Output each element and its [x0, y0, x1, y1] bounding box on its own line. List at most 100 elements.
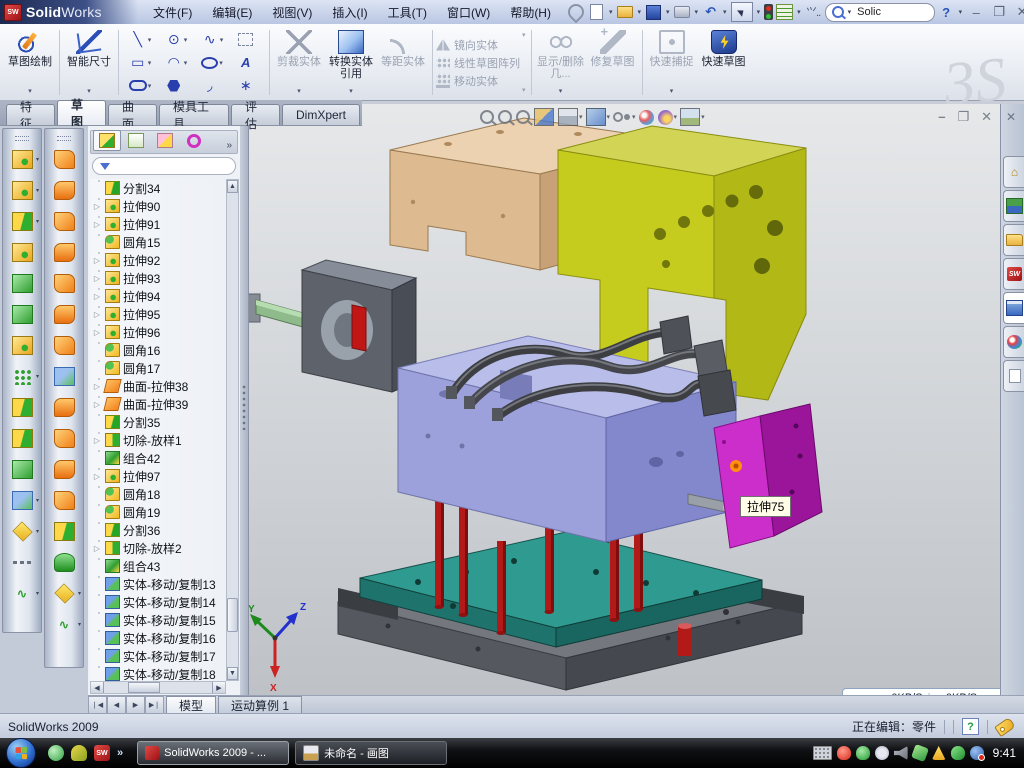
menu-item[interactable]: 编辑(E) — [203, 1, 261, 24]
heads-up-button[interactable] — [534, 108, 555, 126]
quick-snaps-button[interactable]: 快速捕捉 ▾ — [646, 27, 698, 98]
print-dropdown-icon[interactable]: ▾ — [695, 8, 699, 16]
toolbar-button[interactable] — [45, 268, 83, 299]
expand-arrow-icon[interactable]: ▷ — [92, 220, 102, 229]
toolbar-button[interactable] — [45, 175, 83, 206]
heads-up-button[interactable]: ▾ — [658, 110, 678, 125]
close-icon[interactable]: ✕ — [1012, 4, 1024, 20]
tree-item[interactable]: 实体-移动/复制17 — [90, 647, 226, 665]
sync-blocked-icon[interactable] — [970, 746, 984, 760]
toolbar-button[interactable]: ∿ ▾ — [3, 578, 41, 609]
toolbar-button[interactable] — [3, 299, 41, 330]
toolbar-button[interactable] — [45, 423, 83, 454]
tag-icon[interactable] — [994, 716, 1016, 736]
motion-study-tab[interactable]: 运动算例 1 — [218, 696, 302, 714]
tree-item[interactable]: 实体-移动/复制13 — [90, 575, 226, 593]
taskbar-task-button[interactable]: SolidWorks 2009 - ... — [137, 741, 289, 765]
mirror-entities-button[interactable]: 镜向实体 — [436, 36, 520, 53]
tree-item[interactable]: ▷ 拉伸93 — [90, 269, 226, 287]
doc-restore-icon[interactable]: ❐ — [957, 109, 969, 125]
expand-arrow-icon[interactable]: ▷ — [92, 472, 102, 481]
rapid-sketch-button[interactable]: 快速草图 — [698, 27, 750, 98]
featuremanager-tab[interactable] — [93, 130, 121, 151]
open-dropdown-icon[interactable]: ▾ — [638, 8, 642, 16]
tree-item[interactable]: ▷ 拉伸97 — [90, 467, 226, 485]
mode-tab[interactable]: 曲面 — [108, 104, 157, 125]
help-icon[interactable]: ? — [938, 4, 955, 21]
toolbar-button[interactable] — [3, 268, 41, 299]
toolbar-button[interactable] — [45, 361, 83, 392]
model-canvas[interactable]: Y Z X — [248, 104, 1000, 695]
toolbar-button[interactable] — [45, 237, 83, 268]
toolbar-button[interactable] — [45, 144, 83, 175]
tree-item[interactable]: ▷ 拉伸96 — [90, 323, 226, 341]
pattern-group-dropdowns[interactable]: ▾▾ — [520, 27, 528, 98]
trim-entities-button[interactable]: 剪裁实体 ▾ — [273, 27, 325, 98]
menu-item[interactable]: 工具(T) — [379, 1, 436, 24]
model-tab[interactable]: 模型 — [166, 696, 216, 714]
toolbar-button[interactable] — [3, 330, 41, 361]
sketch-entity-button[interactable]: ▾ — [230, 28, 266, 51]
sketch-button[interactable]: 草图绘制 ▾ — [4, 27, 56, 98]
options-checklist-icon[interactable] — [776, 4, 793, 21]
panel-splitter[interactable] — [240, 126, 249, 695]
network-tool-icon[interactable] — [911, 744, 929, 762]
entity-dropdown-icon[interactable]: ▾ — [148, 36, 152, 44]
toolbar-button[interactable] — [45, 206, 83, 237]
toolbar-button[interactable]: ▾ — [3, 144, 41, 175]
doc-minimize-icon[interactable]: – — [938, 109, 945, 125]
tree-item[interactable]: 分割34 — [90, 179, 226, 197]
sketch-entity-button[interactable]: ∿ ▾ — [194, 28, 230, 51]
model-side-block[interactable] — [714, 404, 822, 548]
expand-arrow-icon[interactable]: ▷ — [92, 382, 102, 391]
scroll-up-icon[interactable]: ▲ — [227, 180, 238, 193]
custom-properties-tab[interactable] — [1003, 360, 1024, 392]
toolbar-button[interactable]: ▾ — [45, 578, 83, 609]
heads-up-button[interactable]: ▾ — [558, 108, 583, 126]
toolbar-button[interactable] — [3, 237, 41, 268]
toolbar-button[interactable] — [3, 547, 41, 578]
mode-tab[interactable]: 模具工具 — [159, 104, 229, 125]
expand-arrow-icon[interactable]: ▷ — [92, 202, 102, 211]
solidworks-shortcut-icon[interactable]: SW — [94, 745, 110, 761]
panel-overflow-chevron[interactable]: » — [226, 140, 235, 151]
select-arrow-icon[interactable] — [731, 2, 753, 22]
toolbar-button[interactable]: ▾ — [3, 516, 41, 547]
scroll-thumb-horizontal[interactable] — [128, 682, 160, 693]
restore-icon[interactable]: ❐ — [989, 4, 1009, 20]
sketch-entity-button[interactable]: ▾ — [122, 74, 158, 97]
new-file-icon[interactable] — [588, 4, 605, 21]
graphics-viewport[interactable]: Y Z X — [248, 104, 1000, 695]
expand-arrow-icon[interactable]: ▷ — [92, 274, 102, 283]
search-dropdown-icon[interactable]: ▾ — [848, 8, 852, 16]
expand-arrow-icon[interactable]: ▷ — [92, 400, 102, 409]
expand-arrow-icon[interactable]: ▷ — [92, 310, 102, 319]
undo-icon[interactable]: ↶ — [702, 4, 719, 21]
rebuild-traffic-light-icon[interactable] — [764, 4, 773, 20]
tree-vertical-scrollbar[interactable]: ▲ ▼ — [226, 179, 239, 681]
tree-item[interactable]: 实体-移动/复制16 — [90, 629, 226, 647]
heads-up-button[interactable] — [516, 110, 531, 124]
heads-up-button[interactable]: ▾ — [586, 108, 611, 126]
tree-item[interactable]: ▷ 曲面-拉伸38 — [90, 377, 226, 395]
tree-horizontal-scrollbar[interactable]: ◀ ▶ — [90, 681, 226, 694]
tree-item[interactable]: ▷ 切除-放样2 — [90, 539, 226, 557]
tree-item[interactable]: 圆角17 — [90, 359, 226, 377]
view-palette-tab[interactable] — [1003, 292, 1024, 324]
sketch-entity-button[interactable]: ∗ ▾ — [230, 74, 266, 97]
antivirus-icon[interactable] — [837, 746, 851, 760]
tree-item[interactable]: 分割36 — [90, 521, 226, 539]
quick-launch-icon[interactable] — [71, 745, 87, 761]
tree-item[interactable]: ▷ 切除-放样1 — [90, 431, 226, 449]
menu-item[interactable]: 视图(V) — [263, 1, 321, 24]
mode-tab[interactable]: 评估 — [231, 104, 280, 125]
toolbar-button[interactable]: ▾ — [3, 485, 41, 516]
appearances-tab[interactable] — [1003, 326, 1024, 358]
save-icon[interactable] — [645, 4, 662, 21]
entity-dropdown-icon[interactable]: ▾ — [184, 59, 188, 67]
heads-up-button[interactable] — [639, 110, 655, 125]
toolbar-button[interactable] — [45, 392, 83, 423]
splitter-grip[interactable] — [242, 384, 246, 430]
toolbar-button[interactable]: ▾ — [3, 206, 41, 237]
scroll-left-icon[interactable]: ◀ — [91, 682, 104, 693]
